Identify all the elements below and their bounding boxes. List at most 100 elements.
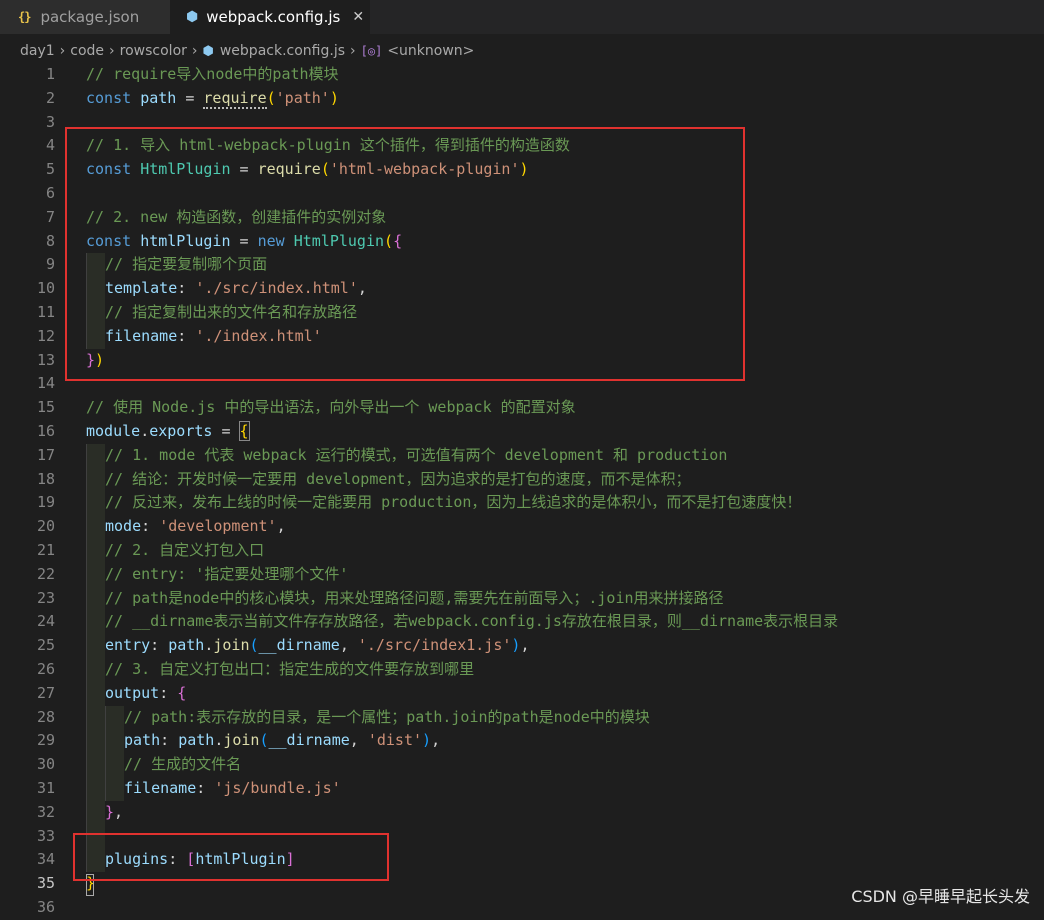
code-comment: // path:表示存放的目录，是一个属性；path.join的path是nod… [124,707,650,726]
code-line: 16 module.exports = { [0,420,1044,444]
line-number: 15 [36,398,55,417]
line-number: 23 [36,588,55,607]
code-line: 28 // path:表示存放的目录，是一个属性；path.join的path是… [0,705,1044,730]
code-text: path: path.join(__dirname, 'dist'), [124,731,441,750]
indent-guide [105,705,124,730]
code-line: 20 mode: 'development', [0,515,1044,539]
line-number: 13 [36,350,55,369]
code-line: 2 const path = require('path') [0,87,1044,111]
code-comment: // path是node中的核心模块，用来处理路径问题,需要先在前面导入；.jo… [105,588,724,607]
code-line: 17 // 1. mode 代表 webpack 运行的模式，可选值有两个 de… [0,443,1044,468]
line-number: 28 [36,707,55,726]
breadcrumb-item[interactable]: <unknown> [387,43,474,59]
tab-label: webpack.config.js [206,8,341,26]
line-number: 34 [36,850,55,869]
code-text: mode: 'development', [105,517,286,536]
line-number: 35 [36,874,55,893]
breadcrumb-item[interactable]: rowscolor [120,43,187,59]
code-comment: // 1. mode 代表 webpack 运行的模式，可选值有两个 devel… [105,445,728,464]
symbol-variable-icon: [◎] [360,44,383,58]
line-number: 16 [36,422,55,440]
code-line: 22 // entry: '指定要处理哪个文件' [0,562,1044,587]
breadcrumb-item[interactable]: day1 [20,43,55,59]
webpack-cube-icon: ⬢ [186,9,199,25]
line-number: 31 [36,779,55,797]
line-number: 10 [36,279,55,298]
code-line: 32 }, [0,800,1044,825]
line-number: 18 [36,469,55,488]
line-number: 20 [36,517,55,536]
line-number: 25 [36,636,55,655]
code-text: }, [105,802,124,821]
indent-guide [86,467,105,492]
indent-guide [86,705,105,730]
line-number: 17 [36,445,55,464]
indent-guide [86,515,105,539]
indent-guide [86,586,105,611]
tab-package-json[interactable]: {} package.json [0,0,170,34]
code-comment: // 2. 自定义打包入口 [105,541,265,559]
line-number: 6 [45,184,55,202]
line-number: 3 [45,112,55,131]
indent-guide [105,729,124,754]
line-number: 14 [36,374,55,393]
line-number: 5 [45,160,55,179]
line-number: 21 [36,541,55,559]
line-number: 24 [36,612,55,631]
code-comment: // __dirname表示当前文件存存放路径，若webpack.config.… [105,612,839,631]
indent-guide [105,777,124,801]
indent-guide [86,610,105,635]
chevron-right-icon: › [350,43,356,59]
highlight-box [73,833,389,881]
indent-guide [86,658,105,682]
line-number: 7 [45,207,55,226]
close-icon[interactable]: ✕ [352,9,364,25]
code-text: entry: path.join(__dirname, './src/index… [105,636,530,655]
breadcrumb: day1 › code › rowscolor › ⬢ webpack.conf… [20,38,474,64]
code-line: 25 entry: path.join(__dirname, './src/in… [0,634,1044,658]
line-number: 22 [36,564,55,583]
webpack-cube-icon: ⬢ [202,43,214,59]
indent-guide [86,729,105,754]
tab-webpack-config[interactable]: ⬢ webpack.config.js ✕ [170,0,370,34]
line-number: 26 [36,660,55,678]
line-number: 30 [36,755,55,774]
line-number: 8 [45,231,55,250]
code-line: 18 // 结论：开发时候一定要用 development，因为追求的是打包的速… [0,467,1044,492]
line-number: 11 [36,303,55,321]
line-number: 1 [45,65,55,83]
code-line: 30 // 生成的文件名 [0,753,1044,777]
code-line: 29 path: path.join(__dirname, 'dist'), [0,729,1044,754]
indent-guide [86,753,105,777]
breadcrumb-item[interactable]: webpack.config.js [220,43,345,59]
code-comment: // 生成的文件名 [124,755,242,774]
code-text: module.exports = { [86,421,250,441]
chevron-right-icon: › [109,43,115,59]
indent-guide [86,491,105,516]
tab-bar: {} package.json ⬢ webpack.config.js ✕ [0,0,1044,34]
code-line: 27 output: { [0,681,1044,706]
code-text: filename: 'js/bundle.js' [124,779,341,797]
line-number: 29 [36,731,55,750]
line-number: 9 [45,255,55,274]
code-line: 23 // path是node中的核心模块，用来处理路径问题,需要先在前面导入；… [0,586,1044,611]
indent-guide [86,443,105,468]
code-comment: // 3. 自定义打包出口：指定生成的文件要存放到哪里 [105,660,475,678]
code-line: 1 // require导入node中的path模块 [0,63,1044,87]
line-number: 2 [45,88,55,107]
indent-guide [86,634,105,658]
code-line: 31 filename: 'js/bundle.js' [0,777,1044,801]
json-file-icon: {} [18,10,31,24]
chevron-right-icon: › [191,43,198,59]
indent-guide [86,681,105,706]
breadcrumb-item[interactable]: code [70,43,104,59]
line-number: 33 [36,826,55,845]
line-number: 19 [36,493,55,512]
code-text: const path = require('path') [86,88,339,109]
indent-guide [86,800,105,825]
code-line: 21 // 2. 自定义打包入口 [0,539,1044,563]
chevron-right-icon: › [59,43,66,59]
code-comment: // 反过来，发布上线的时候一定能要用 production，因为上线追求的是体… [105,493,802,512]
code-comment: // entry: '指定要处理哪个文件' [105,564,349,583]
code-comment: // 结论：开发时候一定要用 development，因为追求的是打包的速度，而… [105,469,691,488]
